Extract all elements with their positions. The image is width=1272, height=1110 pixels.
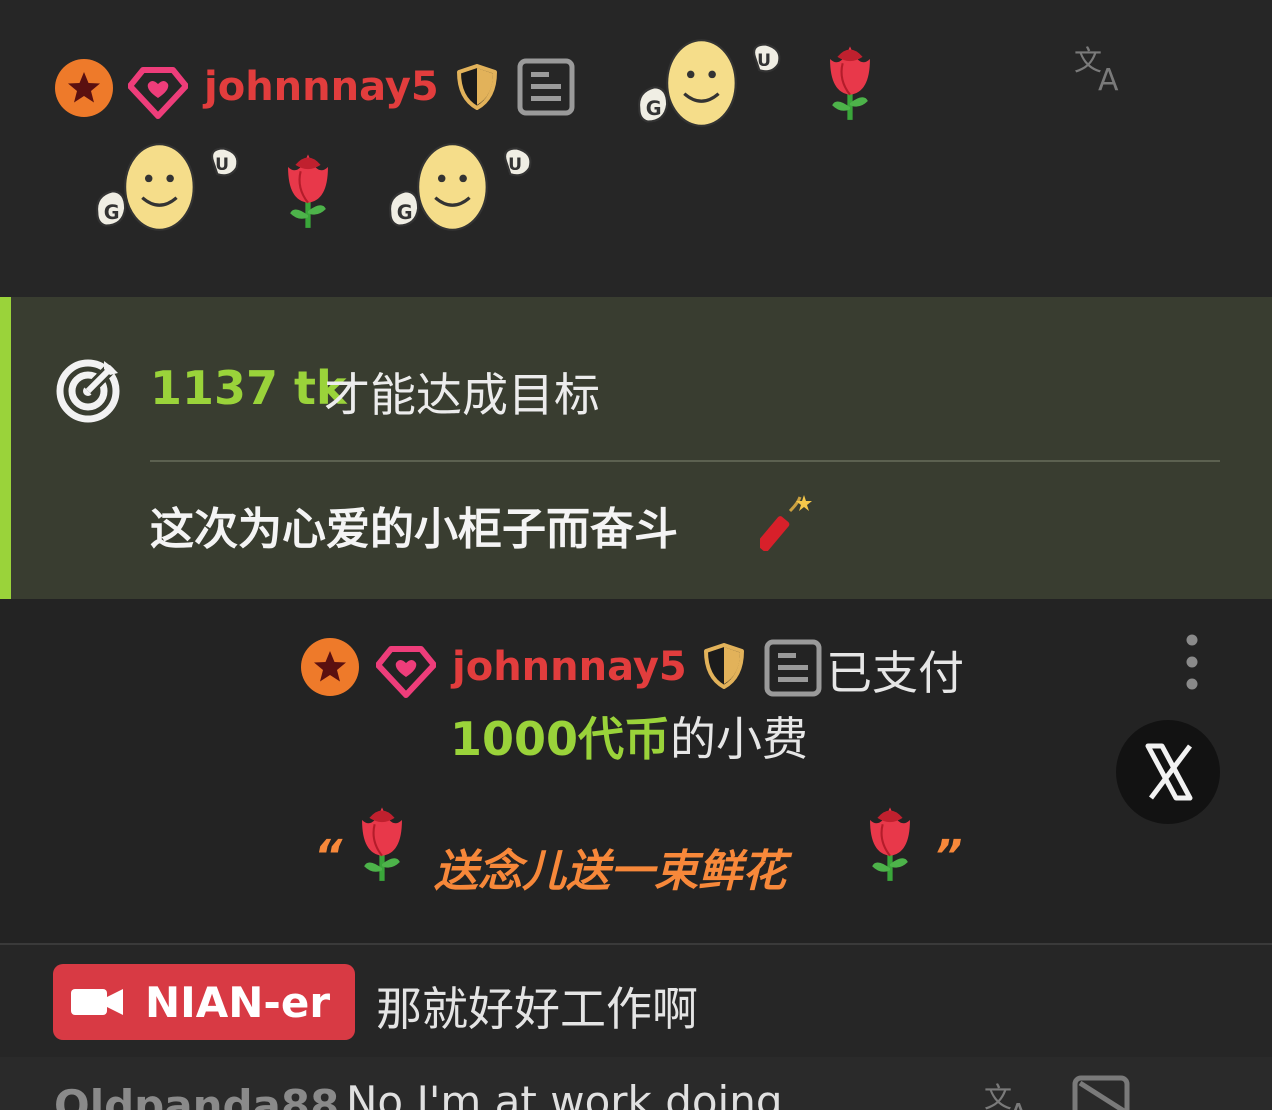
goal-divider — [150, 460, 1220, 462]
x-logo-icon — [1145, 743, 1193, 801]
target-icon — [56, 359, 120, 423]
chat-message-1: johnnnay5 文 A — [0, 0, 1272, 297]
notes-hidden-icon[interactable] — [1072, 1075, 1132, 1110]
notes-icon[interactable] — [764, 639, 824, 699]
notes-icon[interactable] — [517, 58, 577, 118]
translate-icon[interactable]: 文 A — [984, 1079, 1040, 1110]
chat-message-4: Oldpanda88 No I'm at work doing 文 A — [0, 1057, 1272, 1110]
firecracker-icon — [760, 495, 812, 551]
tip-message: johnnnay5 已支付 1000代币 的小费 “ 送念儿送一束鲜花 ” — [0, 599, 1272, 943]
quote-open: “ — [314, 831, 343, 882]
message4-text: No I'm at work doing — [346, 1077, 783, 1110]
more-options-icon[interactable] — [1178, 634, 1206, 690]
goal-accent-bar — [0, 297, 11, 599]
rose-emoji-icon — [280, 146, 336, 230]
rose-emoji-icon — [822, 38, 878, 122]
smile-face-emoji-icon — [637, 38, 782, 128]
shield-icon — [704, 643, 744, 689]
star-badge-icon — [301, 638, 359, 696]
host-badge-label: NIAN-er — [145, 977, 331, 1027]
svg-text:A: A — [1098, 63, 1119, 94]
chat-message-3: NIAN-er 那就好好工作啊 — [0, 945, 1272, 1057]
goal-panel: 1137 tk 才能达成目标 这次为心爱的小柜子而奋斗 — [0, 297, 1272, 599]
tip-username[interactable]: johnnnay5 — [452, 647, 687, 687]
tip-suffix: 的小费 — [670, 712, 808, 766]
message-text: 那就好好工作啊 — [376, 982, 698, 1036]
goal-tokens: 1137 tk — [150, 361, 347, 415]
goal-text: 才能达成目标 — [324, 368, 600, 422]
translate-icon[interactable]: 文 A — [1074, 42, 1130, 94]
shield-icon — [457, 64, 497, 110]
host-badge[interactable]: NIAN-er — [53, 964, 355, 1040]
tip-paid-text: 已支付 — [826, 646, 964, 700]
diamond-heart-icon — [376, 639, 436, 699]
quote-close: ” — [934, 831, 963, 882]
svg-text:A: A — [1008, 1098, 1029, 1110]
smile-face-emoji-icon — [388, 142, 533, 232]
goal-description: 这次为心爱的小柜子而奋斗 — [150, 504, 678, 555]
rose-emoji-icon — [354, 799, 410, 883]
star-badge-icon — [55, 59, 113, 117]
rose-emoji-icon — [862, 799, 918, 883]
tip-quote-text: 送念儿送一束鲜花 — [434, 846, 786, 897]
x-button[interactable] — [1116, 720, 1220, 824]
message4-username[interactable]: Oldpanda88 — [54, 1081, 339, 1110]
smile-face-emoji-icon — [95, 142, 240, 232]
camera-icon — [71, 989, 123, 1015]
tip-amount: 1000代币 — [450, 712, 671, 766]
username[interactable]: johnnnay5 — [204, 67, 439, 107]
diamond-heart-icon — [128, 60, 188, 120]
